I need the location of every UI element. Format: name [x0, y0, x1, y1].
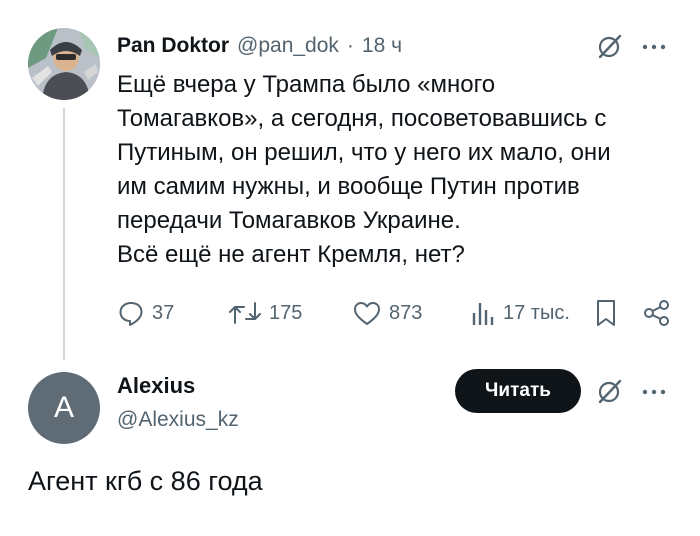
- share-action[interactable]: [642, 295, 672, 331]
- like-count: 873: [389, 301, 423, 324]
- grok-icon[interactable]: [595, 378, 623, 406]
- repost-icon: [229, 302, 261, 324]
- tweet-text-line: Путиным, он решил, что у него их мало, о…: [117, 139, 611, 166]
- reply-avatar[interactable]: A: [28, 372, 100, 444]
- thread-line: [63, 108, 65, 360]
- reply-count: 37: [152, 301, 175, 324]
- tweet-text-line: Всё ещё не агент Кремля, нет?: [117, 241, 465, 268]
- reply-author-handle[interactable]: @Alexius_kz: [117, 408, 239, 432]
- separator-dot: ·: [346, 34, 354, 57]
- share-icon: [644, 300, 669, 326]
- grok-icon[interactable]: [595, 33, 623, 61]
- like-action[interactable]: 873: [352, 295, 422, 331]
- more-icon[interactable]: [640, 378, 668, 406]
- tweet-text-line: передачи Томагавков Украине.: [117, 207, 461, 234]
- avatar-letter: A: [53, 391, 74, 424]
- bookmark-action[interactable]: [594, 295, 618, 331]
- views-icon: [472, 303, 494, 325]
- bookmark-icon: [597, 300, 615, 326]
- repost-count: 175: [269, 301, 303, 324]
- reply-author-name[interactable]: Alexius: [117, 373, 195, 399]
- author-name[interactable]: Pan Doktor: [117, 34, 229, 58]
- tweet-text: Ещё вчера у Трампа было «много Томагавко…: [117, 68, 677, 272]
- reply-icon: [119, 302, 143, 326]
- tweet-text-line: им самим нужны, и вообще Путин против: [117, 173, 580, 200]
- author-avatar[interactable]: [28, 28, 100, 100]
- tweet-text-line: Томагавков», а сегодня, посоветовавшись …: [117, 105, 607, 132]
- reply-text: Агент кгб с 86 года: [28, 466, 263, 496]
- tweet-text-line: Ещё вчера у Трампа было «много: [117, 71, 496, 98]
- read-button[interactable]: Читать: [455, 369, 581, 413]
- avatar-image: [28, 28, 100, 100]
- author-handle[interactable]: @pan_dok: [237, 34, 339, 58]
- repost-action[interactable]: 175: [228, 295, 302, 331]
- views-action[interactable]: 17 тыс.: [470, 295, 570, 331]
- tweet-time[interactable]: 18 ч: [362, 34, 402, 58]
- more-icon[interactable]: [640, 33, 668, 61]
- reply-action[interactable]: 37: [117, 295, 174, 331]
- tweet-header: Pan Doktor @pan_dok · 18 ч: [117, 33, 402, 59]
- views-count: 17 тыс.: [503, 301, 570, 324]
- like-icon: [354, 302, 380, 325]
